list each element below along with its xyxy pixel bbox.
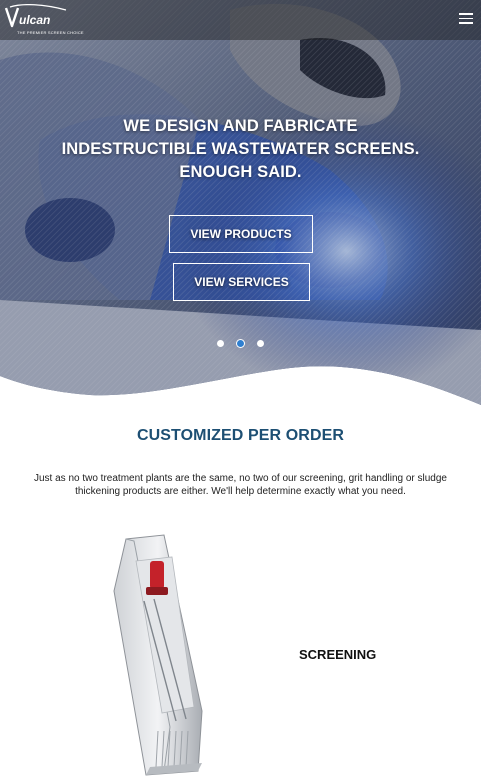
vulcan-logo[interactable]: ulcan THE PREMIER SCREEN CHOICE bbox=[4, 4, 84, 35]
site-header: ulcan THE PREMIER SCREEN CHOICE bbox=[0, 0, 481, 40]
view-products-button[interactable]: VIEW PRODUCTS bbox=[169, 215, 313, 253]
hero-headline-line3: ENOUGH SAID. bbox=[179, 163, 302, 181]
svg-text:ulcan: ulcan bbox=[19, 13, 50, 27]
hero-headline: WE DESIGN AND FABRICATE INDESTRUCTIBLE W… bbox=[0, 115, 481, 184]
hero-headline-line2: INDESTRUCTIBLE WASTEWATER SCREENS. bbox=[61, 140, 420, 158]
carousel-dots bbox=[0, 340, 481, 347]
section-description: Just as no two treatment plants are the … bbox=[33, 473, 447, 497]
view-services-button[interactable]: VIEW SERVICES bbox=[173, 263, 310, 301]
carousel-dot-3[interactable] bbox=[257, 340, 264, 347]
screening-product-label[interactable]: SCREENING bbox=[299, 647, 376, 662]
logo-tagline: THE PREMIER SCREEN CHOICE bbox=[17, 30, 84, 35]
hamburger-menu-icon[interactable] bbox=[459, 13, 473, 25]
hero-banner: ulcan THE PREMIER SCREEN CHOICE WE DESIG… bbox=[0, 0, 481, 405]
carousel-dot-2[interactable] bbox=[237, 340, 244, 347]
screening-product-image[interactable] bbox=[106, 531, 216, 777]
carousel-dot-1[interactable] bbox=[217, 340, 224, 347]
hero-headline-line1: WE DESIGN AND FABRICATE bbox=[123, 117, 358, 135]
section-title: CUSTOMIZED PER ORDER bbox=[136, 427, 345, 444]
